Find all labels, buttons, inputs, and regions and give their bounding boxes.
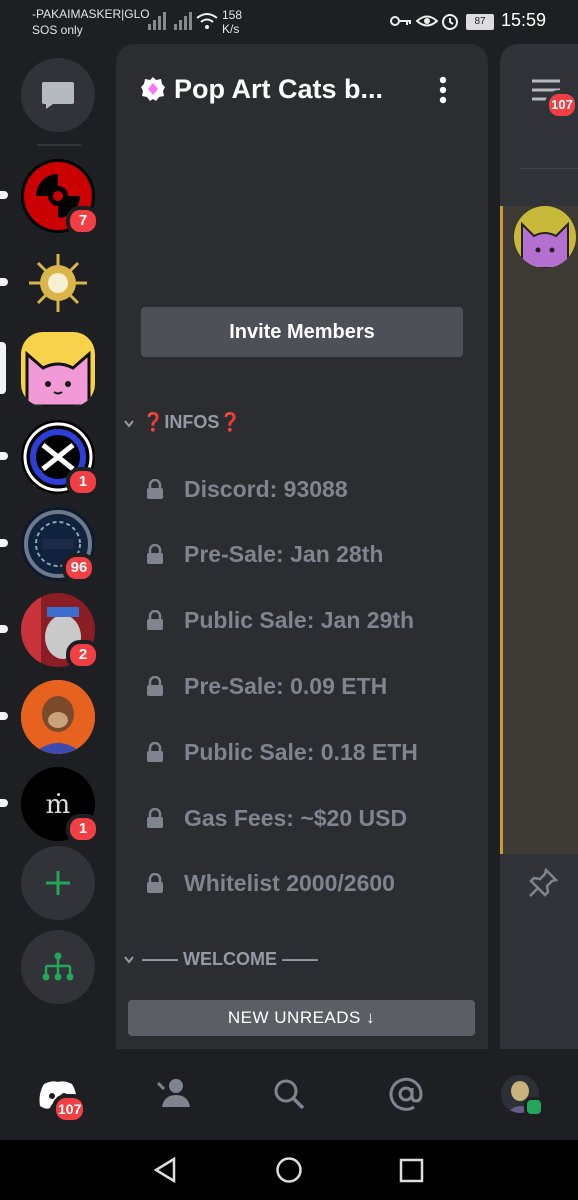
pin-icon[interactable] <box>528 868 558 898</box>
lock-icon <box>147 676 163 696</box>
lock-icon <box>147 742 163 762</box>
highlighted-message <box>500 206 578 854</box>
server-boost-icon <box>141 77 165 101</box>
unread-indicator <box>0 712 8 720</box>
channel-item[interactable]: Whitelist 2000/2600 <box>146 858 395 908</box>
lock-icon <box>147 808 163 828</box>
chevron-down-icon[interactable] <box>123 955 135 965</box>
chevron-down-icon[interactable] <box>123 419 135 429</box>
active-server-indicator <box>0 342 6 394</box>
server-7-logo <box>21 680 95 754</box>
carrier-info: -PAKAIMASKER|GLO SOS only <box>32 7 150 37</box>
mentions-icon[interactable] <box>388 1076 424 1112</box>
unread-indicator <box>0 278 8 286</box>
server-badge: 1 <box>66 814 100 844</box>
direct-messages-button[interactable] <box>21 58 95 132</box>
divider <box>520 168 578 169</box>
channel-item[interactable]: Gas Fees: ~$20 USD <box>146 793 407 843</box>
eye-icon <box>416 15 438 27</box>
wifi-icon <box>196 13 218 29</box>
explore-servers-button[interactable] <box>21 930 95 1004</box>
rail-separator <box>37 144 81 146</box>
channel-item[interactable]: Pre-Sale: Jan 28th <box>146 529 383 579</box>
signal-icon <box>148 12 192 30</box>
add-server-button[interactable] <box>21 846 95 920</box>
lock-icon <box>147 479 163 499</box>
category-infos[interactable]: ❓INFOS❓ <box>142 412 242 433</box>
unread-indicator <box>0 539 8 547</box>
lock-icon <box>147 873 163 893</box>
channel-name: Public Sale: 0.18 ETH <box>184 738 418 765</box>
server-2-logo <box>29 254 87 312</box>
unread-indicator <box>0 625 8 633</box>
hierarchy-icon <box>42 952 74 981</box>
category-welcome[interactable]: —— WELCOME —— <box>142 949 318 970</box>
more-options-icon[interactable] <box>438 76 448 104</box>
cat-logo <box>25 350 91 406</box>
channel-name: Public Sale: Jan 29th <box>184 606 415 633</box>
avatar[interactable] <box>514 206 576 268</box>
server-name[interactable]: Pop Art Cats b... <box>174 74 383 105</box>
server-icon-7[interactable] <box>21 680 95 754</box>
server-badge: 1 <box>66 467 100 497</box>
search-icon[interactable] <box>272 1077 306 1111</box>
server-icon-pop-art-cats[interactable] <box>21 332 95 406</box>
cat-avatar <box>521 221 569 268</box>
channel-name: Pre-Sale: 0.09 ETH <box>184 672 388 699</box>
channel-name: Discord: 93088 <box>184 475 348 502</box>
clock: 15:59 <box>500 10 546 30</box>
invite-members-button[interactable]: Invite Members <box>141 307 463 357</box>
key-icon <box>390 16 411 26</box>
lock-icon <box>147 544 163 564</box>
channel-item[interactable]: Public Sale: Jan 29th <box>146 595 414 645</box>
channel-name: Gas Fees: ~$20 USD <box>184 804 408 831</box>
recents-icon[interactable] <box>399 1158 425 1184</box>
chat-bubble-icon <box>42 82 74 109</box>
alarm-icon <box>442 14 458 30</box>
svg-text:ṁ: ṁ <box>46 790 71 820</box>
online-status-dot <box>524 1097 544 1117</box>
status-bar: -PAKAIMASKER|GLO SOS only 158 K/s 87 15:… <box>0 0 578 44</box>
home-circle-icon[interactable] <box>275 1156 303 1184</box>
channel-name: Whitelist 2000/2600 <box>184 869 395 896</box>
channel-name: Pre-Sale: Jan 28th <box>184 540 384 567</box>
channel-item[interactable]: Discord: 93088 <box>146 464 348 514</box>
new-unreads-button[interactable]: NEW UNREADS ↓ <box>128 1000 475 1036</box>
unread-indicator <box>0 191 8 199</box>
channel-item[interactable]: Pre-Sale: 0.09 ETH <box>146 661 387 711</box>
channel-panel: Pop Art Cats b... Invite Members ❓INFOS❓… <box>116 44 488 1049</box>
network-speed: 158 K/s <box>222 8 243 36</box>
server-badge: 7 <box>66 206 100 236</box>
menu-badge: 107 <box>545 90 578 120</box>
lock-icon <box>147 610 163 630</box>
battery-indicator: 87 <box>466 14 494 30</box>
server-badge: 2 <box>66 640 100 670</box>
plus-icon <box>46 871 70 895</box>
server-icon-2[interactable] <box>21 246 95 320</box>
channel-item[interactable]: Public Sale: 0.18 ETH <box>146 727 418 777</box>
server-badge: 96 <box>62 553 96 583</box>
friends-icon[interactable] <box>156 1077 192 1109</box>
back-icon[interactable] <box>152 1157 178 1183</box>
unread-indicator <box>0 452 8 460</box>
unread-indicator <box>0 799 8 807</box>
home-badge: 107 <box>52 1094 88 1124</box>
